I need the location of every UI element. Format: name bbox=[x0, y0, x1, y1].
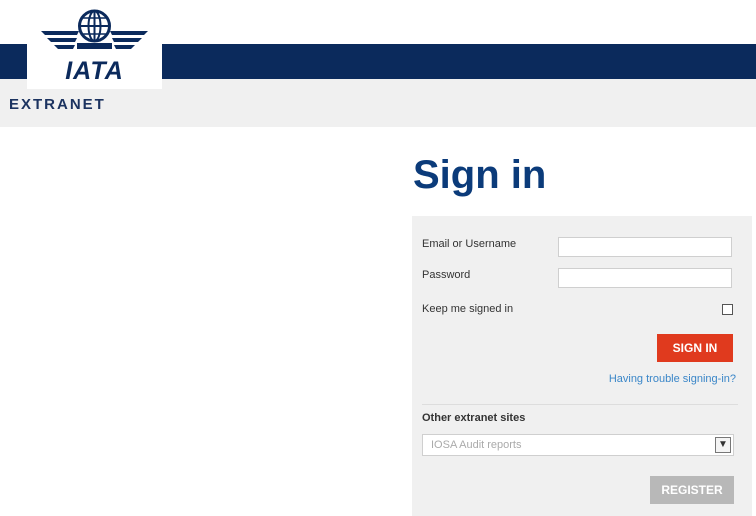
logo-text: IATA bbox=[65, 57, 124, 85]
trouble-signing-in-link[interactable]: Having trouble signing-in? bbox=[609, 373, 736, 385]
selected-site: IOSA Audit reports bbox=[431, 439, 522, 451]
sign-in-button[interactable]: SIGN IN bbox=[657, 334, 733, 362]
email-field[interactable] bbox=[558, 237, 732, 257]
email-label: Email or Username bbox=[422, 238, 517, 250]
keep-signed-label: Keep me signed in bbox=[422, 303, 514, 315]
login-panel: Email or Username Password Keep me signe… bbox=[412, 216, 752, 516]
register-button[interactable]: REGISTER bbox=[650, 476, 734, 504]
other-sites-title: Other extranet sites bbox=[422, 412, 526, 424]
chevron-down-icon[interactable]: ▼ bbox=[715, 437, 731, 453]
keep-signed-checkbox[interactable] bbox=[722, 304, 733, 315]
extranet-label: EXTRANET bbox=[9, 96, 106, 113]
password-field[interactable] bbox=[558, 268, 732, 288]
other-sites-select[interactable]: IOSA Audit reports ▼ bbox=[422, 434, 734, 456]
section-divider bbox=[422, 404, 738, 405]
header-left-stub bbox=[0, 44, 10, 79]
iata-logo[interactable]: IATA bbox=[27, 4, 162, 89]
page-title: Sign in bbox=[413, 153, 547, 197]
password-label: Password bbox=[422, 269, 471, 281]
